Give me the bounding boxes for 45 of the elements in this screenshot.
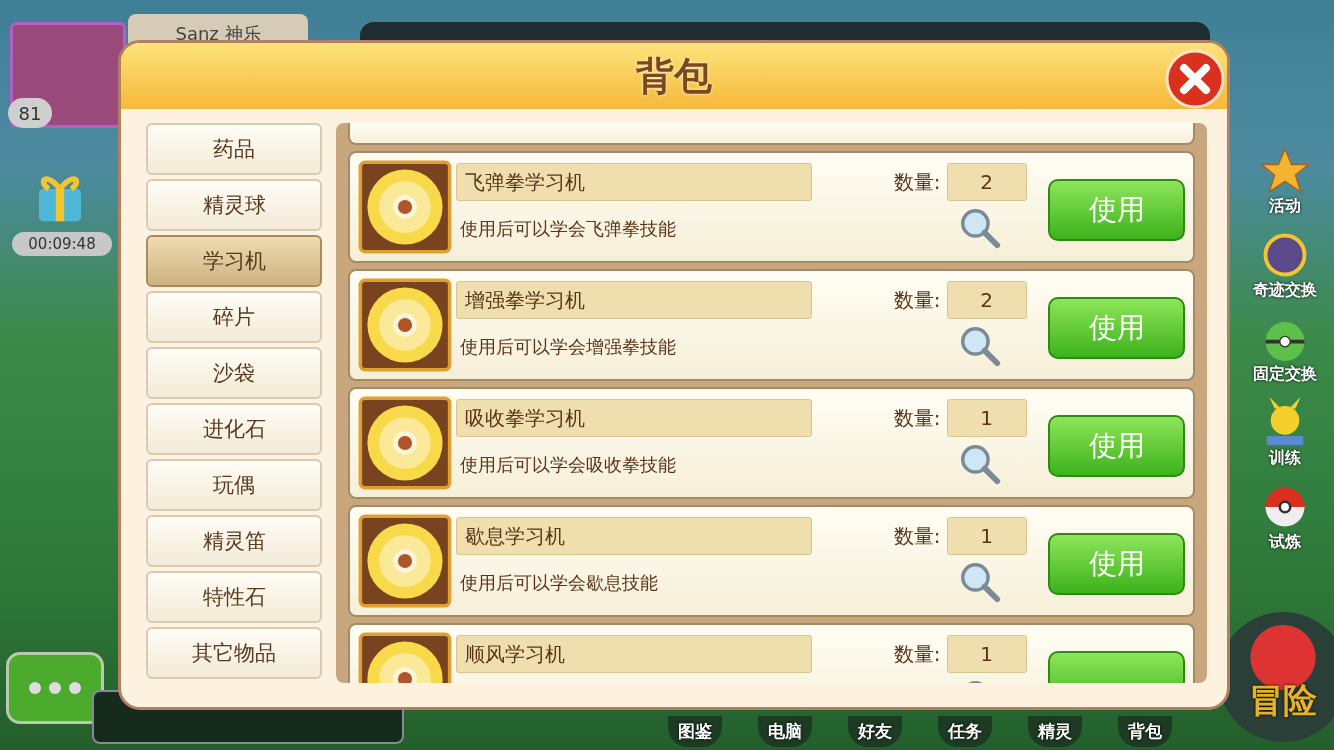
item-name: 顺风学习机	[456, 635, 812, 673]
quantity-value: 1	[946, 517, 1027, 555]
category-tab[interactable]: 其它物品	[146, 627, 322, 679]
item-description: 使用后可以学会飞弹拳技能	[459, 217, 677, 241]
menu-label[interactable]: 活动	[1269, 197, 1301, 215]
menu-label[interactable]: 训练	[1269, 449, 1301, 467]
item-description: 使用后可以学会增强拳技能	[459, 335, 677, 359]
menu-button[interactable]: 精灵	[1028, 716, 1082, 747]
item-description: 使用后可以学会吸收拳技能	[459, 453, 677, 477]
dialog-title: 背包	[636, 52, 712, 100]
menu-label[interactable]: 奇迹交换	[1253, 281, 1317, 299]
category-tab[interactable]: 碎片	[146, 291, 322, 343]
category-tab[interactable]: 学习机	[146, 235, 322, 287]
quantity-label: 数量:	[893, 522, 941, 550]
menu-button[interactable]: 背包	[1118, 716, 1172, 747]
menu-label[interactable]: 试炼	[1269, 533, 1301, 551]
item-name: 歇息学习机	[456, 517, 812, 555]
quantity-label: 数量:	[893, 640, 941, 668]
category-tab[interactable]: 精灵笛	[146, 515, 322, 567]
item-name: 飞弹拳学习机	[456, 163, 812, 201]
level-badge: 81	[8, 98, 52, 128]
menu-button[interactable]: 图鉴	[668, 716, 722, 747]
quantity-value: 1	[946, 635, 1027, 673]
chat-button[interactable]	[6, 652, 104, 724]
category-tab[interactable]: 精灵球	[146, 179, 322, 231]
category-tab[interactable]: 进化石	[146, 403, 322, 455]
menu-button[interactable]: 好友	[848, 716, 902, 747]
quantity-label: 数量:	[893, 286, 941, 314]
menu-button[interactable]: 电脑	[758, 716, 812, 747]
quantity-label: 数量:	[893, 168, 941, 196]
menu-button[interactable]: 任务	[938, 716, 992, 747]
item-name: 吸收拳学习机	[456, 399, 812, 437]
category-tab[interactable]: 沙袋	[146, 347, 322, 399]
category-tab[interactable]: 玩偶	[146, 459, 322, 511]
quantity-value: 1	[946, 399, 1027, 437]
quantity-label: 数量:	[893, 404, 941, 432]
close-icon[interactable]	[1165, 49, 1225, 109]
countdown-timer: 00:09:48	[12, 232, 112, 256]
menu-label[interactable]: 固定交换	[1253, 365, 1317, 383]
category-tab[interactable]: 特性石	[146, 571, 322, 623]
item-description: 使用后可以学会歇息技能	[459, 571, 659, 595]
quantity-value: 2	[946, 281, 1027, 319]
item-name: 增强拳学习机	[456, 281, 812, 319]
category-tab[interactable]: 药品	[146, 123, 322, 175]
quantity-value: 2	[946, 163, 1027, 201]
